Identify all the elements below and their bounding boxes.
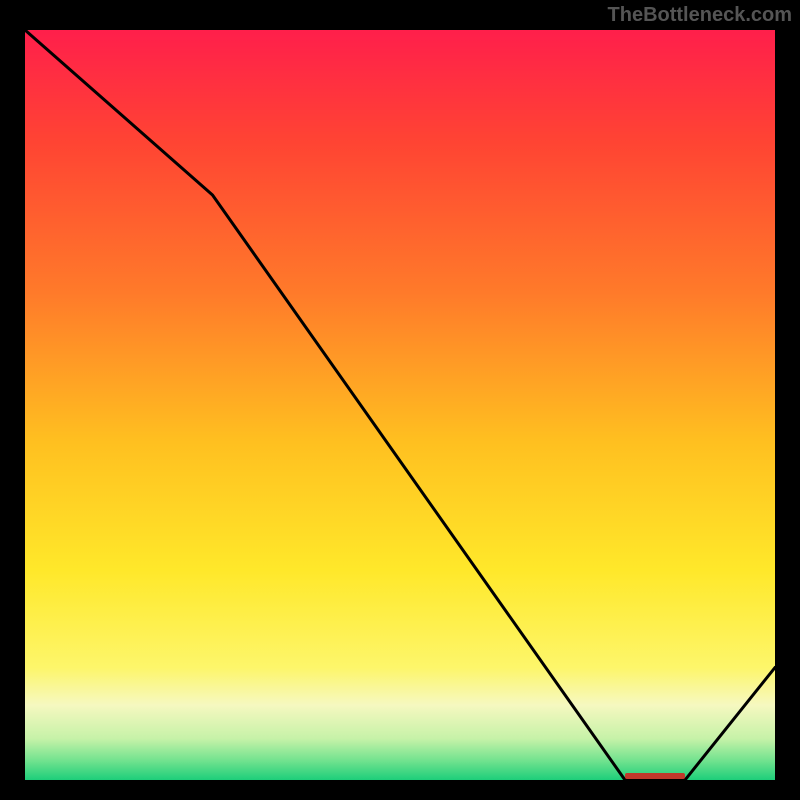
flat-zone-marker <box>625 773 685 779</box>
chart-svg <box>25 30 775 780</box>
gradient-background <box>25 30 775 780</box>
attribution-text: TheBottleneck.com <box>608 4 792 27</box>
chart-container: TheBottleneck.com <box>0 0 800 800</box>
plot-area <box>25 30 775 780</box>
